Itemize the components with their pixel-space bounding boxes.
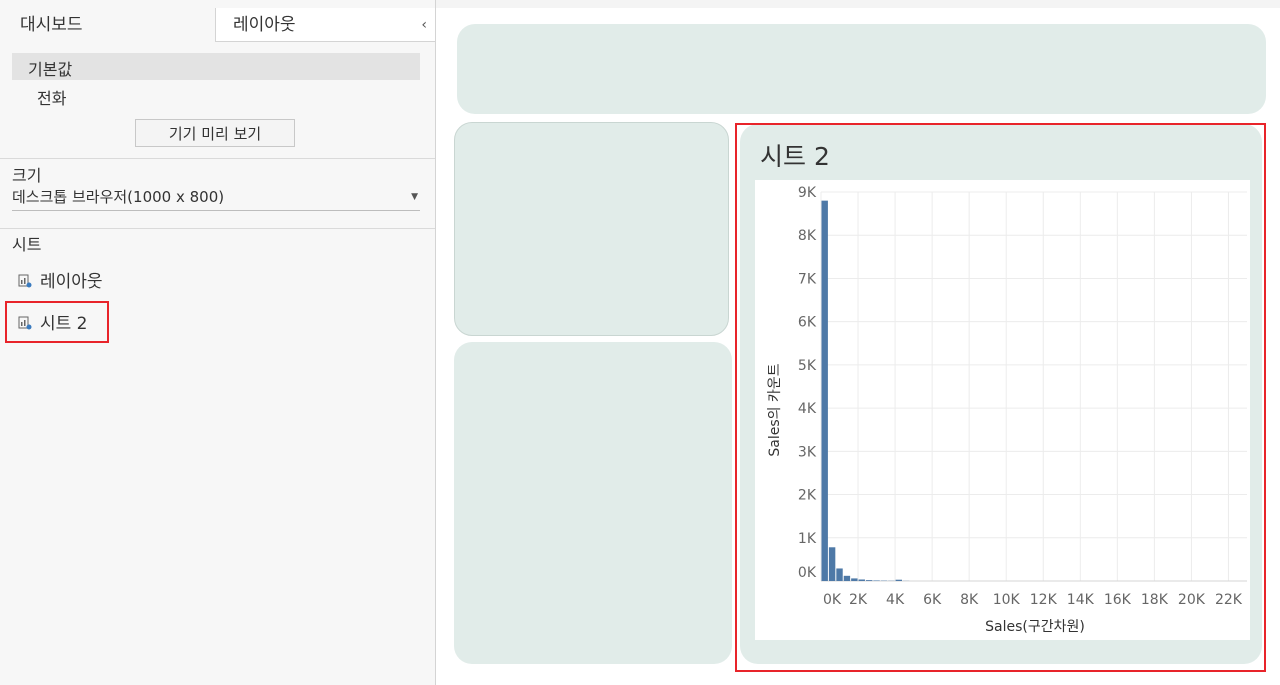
worksheet-icon — [18, 274, 32, 288]
device-item-label: 기본값 — [28, 60, 73, 79]
divider — [0, 228, 435, 229]
layout-container-left-bottom[interactable] — [454, 342, 732, 664]
layout-container-left-top[interactable] — [454, 122, 729, 336]
highlight-box — [5, 301, 109, 343]
sidebar-tabs: 대시보드 레이아웃 ‹ — [0, 8, 435, 42]
divider — [0, 158, 435, 159]
sheet-item-label: 레이아웃 — [40, 272, 103, 292]
tab-layout[interactable]: 레이아웃 ‹ — [215, 8, 435, 42]
sheets-label: 시트 — [12, 235, 42, 254]
canvas-top-strip — [436, 0, 1280, 8]
tab-layout-label: 레이아웃 — [233, 15, 296, 35]
device-item-default[interactable]: 기본값 — [12, 53, 420, 80]
sheet-item-layout[interactable]: 레이아웃 — [18, 267, 103, 292]
dropdown-caret-icon: ▼ — [411, 192, 418, 202]
size-dropdown[interactable]: 데스크톱 브라우저(1000 x 800) ▼ — [12, 186, 420, 211]
chevron-left-icon[interactable]: ‹ — [421, 8, 427, 42]
device-preview-button[interactable]: 기기 미리 보기 — [135, 119, 295, 147]
size-dropdown-value: 데스크톱 브라우저(1000 x 800) — [12, 188, 225, 206]
device-item-phone[interactable]: 전화 — [37, 85, 66, 109]
layout-container-top[interactable] — [457, 24, 1266, 114]
tab-dashboard[interactable]: 대시보드 — [0, 8, 214, 42]
size-label: 크기 — [12, 166, 42, 185]
highlight-box — [735, 123, 1266, 672]
